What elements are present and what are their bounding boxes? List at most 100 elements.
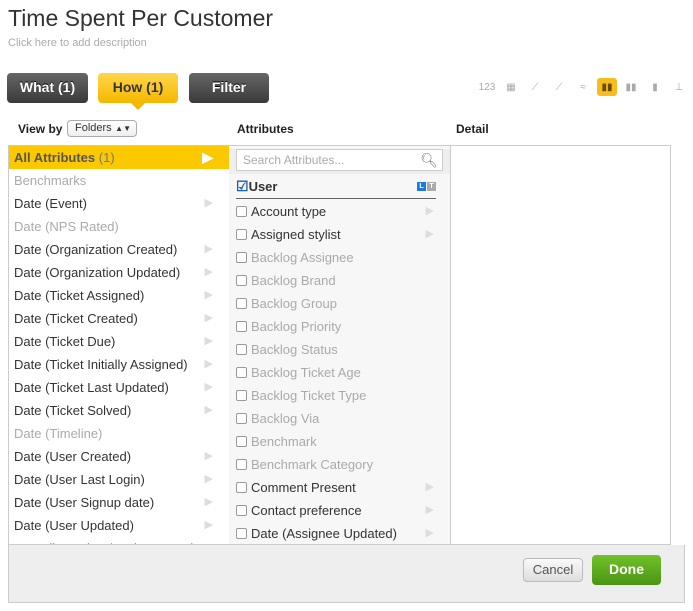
folder-item[interactable]: Date (User Signup date) ▶ [9, 491, 229, 514]
folder-label: Date (Ticket Solved) [14, 403, 132, 418]
footer: Cancel Done [8, 545, 685, 603]
chevron-right-icon: ▶ [204, 496, 213, 508]
chevron-right-icon: ▶ [202, 149, 213, 165]
attribute-item[interactable]: Backlog Ticket Age [229, 361, 450, 384]
attribute-item[interactable]: Backlog Via [229, 407, 450, 430]
folder-item[interactable]: Date (Organization Updated) ▶ [9, 261, 229, 284]
folder-item[interactable]: Date (Ticket Solved) ▶ [9, 399, 229, 422]
attribute-label: Account type [251, 204, 327, 219]
checkbox[interactable] [236, 229, 247, 240]
checkbox[interactable] [236, 482, 247, 493]
view-by-select[interactable]: Folders ▲▼ [67, 120, 137, 137]
chart-type-column-scatter-icon[interactable]: ⊥ [669, 78, 689, 96]
folder-list: All Attributes (1) ▶ Benchmarks Date (Event… [8, 145, 230, 545]
folder-label: Date (Organization Updated) [14, 265, 181, 280]
checkbox[interactable] [236, 505, 247, 516]
attribute-item[interactable]: Contact preference ▶ [229, 499, 450, 522]
checkbox-checked-icon[interactable]: ☑ [236, 178, 249, 194]
attribute-label: Backlog Priority [251, 319, 342, 334]
detail-panel [450, 145, 671, 545]
folder-item[interactable]: Date (Timeline) [9, 422, 229, 445]
checkbox[interactable] [236, 459, 247, 470]
chart-type-line-icon[interactable]: ⟋ [525, 78, 545, 96]
folder-item[interactable]: Date (Ticket Initially Assigned) ▶ [9, 353, 229, 376]
folder-item[interactable]: Date (Ticket Created) ▶ [9, 307, 229, 330]
folder-label: Date (NPS Rated) [14, 219, 119, 234]
checkbox[interactable] [236, 413, 247, 424]
checkbox[interactable] [236, 298, 247, 309]
attribute-item[interactable]: Backlog Ticket Type [229, 384, 450, 407]
checkbox[interactable] [236, 252, 247, 263]
chevron-right-icon: ▶ [425, 527, 434, 539]
checkbox[interactable] [236, 275, 247, 286]
attribute-item[interactable]: Backlog Priority [229, 315, 450, 338]
checkbox[interactable] [236, 206, 247, 217]
folder-label: Date (Event) [14, 196, 87, 211]
checkbox[interactable] [236, 390, 247, 401]
attribute-label: Comment Present [251, 480, 356, 495]
folder-label: All Attributes [14, 150, 96, 165]
chevron-right-icon: ▶ [204, 266, 213, 278]
attribute-item[interactable]: Backlog Brand [229, 269, 450, 292]
chart-type-number-icon[interactable]: 123 [477, 78, 497, 96]
folder-label: Date (Timeline) [14, 426, 103, 441]
view-by-value: Folders [75, 122, 112, 134]
attributes-header: Attributes [237, 122, 294, 136]
folder-label: Date (Ticket Last Updated) [14, 380, 169, 395]
cancel-button[interactable]: Cancel [523, 558, 583, 582]
attribute-item[interactable]: Backlog Status [229, 338, 450, 361]
attribute-item[interactable]: Backlog Group [229, 292, 450, 315]
badge-t[interactable]: T [427, 182, 436, 191]
checkbox[interactable] [236, 367, 247, 378]
attribute-label: Backlog Group [251, 296, 337, 311]
attribute-item[interactable]: Benchmark [229, 430, 450, 453]
checkbox[interactable] [236, 321, 247, 332]
folder-item[interactable]: Date (Organization Created) ▶ [9, 238, 229, 261]
folder-item[interactable]: Benchmarks [9, 169, 229, 192]
tab-how[interactable]: How (1) [98, 73, 178, 110]
chart-type-bar-icon[interactable]: ▮▮ [597, 78, 617, 96]
chart-type-table-icon[interactable]: ▦ [501, 78, 521, 96]
attribute-item[interactable]: Date (Assignee Updated) ▶ [229, 522, 450, 544]
attribute-item[interactable]: Backlog Assignee [229, 246, 450, 269]
attribute-item[interactable]: Comment Present ▶ [229, 476, 450, 499]
folder-item[interactable]: Date (Ticket Due) ▶ [9, 330, 229, 353]
folder-item[interactable]: Date (User Last Login) ▶ [9, 468, 229, 491]
search-attributes-input[interactable]: Search Attributes... 🔍︎ [236, 149, 443, 171]
folder-label: Date (Ticket Assigned) [14, 288, 145, 303]
folder-item[interactable]: All Attributes (1) ▶ [9, 146, 229, 169]
tab-filter[interactable]: Filter [189, 73, 269, 103]
chart-type-line-grid-icon[interactable]: ⟋ [549, 78, 569, 96]
folder-item[interactable]: Date (Ticket Assigned) ▶ [9, 284, 229, 307]
folder-label: Date (User Updated) [14, 518, 134, 533]
checkbox[interactable] [236, 528, 247, 539]
folder-item[interactable]: Date dimension (Assignee Upd...▶ [9, 537, 229, 544]
chart-type-bar-gray-icon[interactable]: ▮ [645, 78, 665, 96]
folder-item[interactable]: Date (NPS Rated) [9, 215, 229, 238]
selected-attribute-user[interactable]: ☑User LT [236, 174, 436, 199]
chevron-right-icon: ▶ [425, 228, 434, 240]
badge-l[interactable]: L [417, 182, 426, 191]
folder-item[interactable]: Date (Ticket Last Updated) ▶ [9, 376, 229, 399]
tab-what[interactable]: What (1) [7, 73, 88, 103]
chevron-right-icon: ▶ [425, 205, 434, 217]
attribute-item[interactable]: Account type ▶ [229, 200, 450, 223]
folder-item[interactable]: Date (Event) ▶ [9, 192, 229, 215]
folder-label: Benchmarks [14, 173, 87, 188]
folder-label: Date (Ticket Initially Assigned) [14, 357, 188, 372]
attribute-item[interactable]: Benchmark Category [229, 453, 450, 476]
search-icon[interactable]: 🔍︎ [420, 150, 438, 170]
checkbox[interactable] [236, 436, 247, 447]
attribute-item[interactable]: Assigned stylist ▶ [229, 223, 450, 246]
report-title[interactable]: Time Spent Per Customer [8, 5, 273, 32]
attribute-label: Backlog Assignee [251, 250, 354, 265]
description-placeholder[interactable]: Click here to add description [8, 37, 147, 49]
chart-type-area-icon[interactable]: ≈ [573, 78, 593, 96]
checkbox[interactable] [236, 344, 247, 355]
folder-item[interactable]: Date (User Updated) ▶ [9, 514, 229, 537]
folder-item[interactable]: Date (User Created) ▶ [9, 445, 229, 468]
attribute-label: Backlog Ticket Age [251, 365, 361, 380]
attribute-label: Backlog Brand [251, 273, 336, 288]
done-button[interactable]: Done [592, 555, 661, 585]
chart-type-stacked-bar-icon[interactable]: ▮▮ [621, 78, 641, 96]
